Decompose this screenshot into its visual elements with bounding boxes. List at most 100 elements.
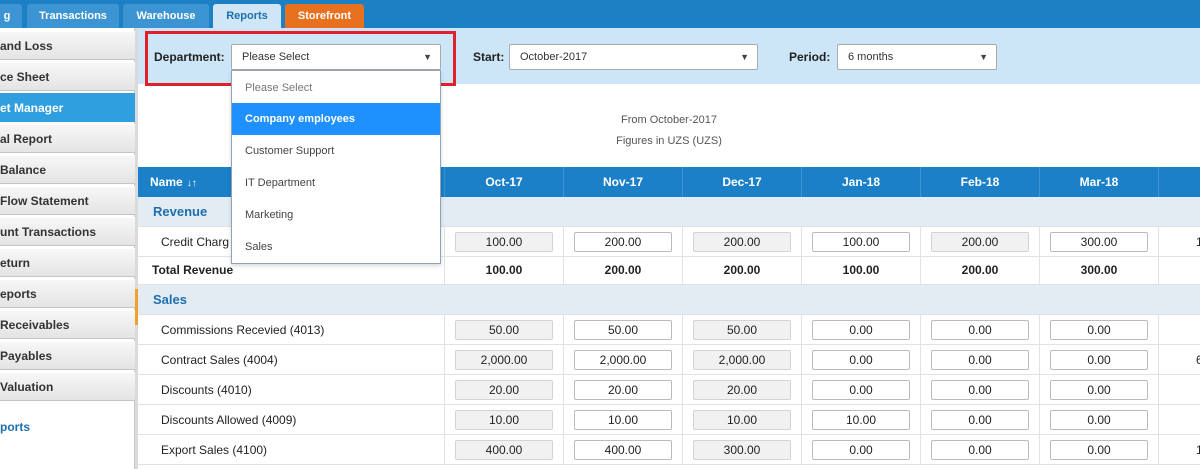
budget-value-input[interactable]: 200.00 xyxy=(693,232,791,252)
budget-value-input[interactable]: 20.00 xyxy=(693,380,791,400)
budget-value-input[interactable]: 300.00 xyxy=(693,440,791,460)
sidebar-item-cash-flow[interactable]: Flow Statement xyxy=(0,186,135,215)
period-select-value: 6 months xyxy=(848,51,894,63)
period-label: Period: xyxy=(789,50,831,64)
chevron-down-icon: ▼ xyxy=(979,52,988,62)
table-row: Discounts (4010) 20.00 20.00 20.00 0.00 0.00 0… xyxy=(138,375,1200,405)
top-nav: g Transactions Warehouse Reports Storefr… xyxy=(0,0,1200,28)
total-value: 100.00 xyxy=(842,263,880,277)
budget-value-input[interactable]: 0.00 xyxy=(931,440,1029,460)
budget-value-input[interactable]: 50.00 xyxy=(455,320,553,340)
start-select[interactable]: October-2017 ▼ xyxy=(509,44,758,70)
budget-value-input[interactable]: 200.00 xyxy=(574,232,672,252)
row-label: Total Revenue xyxy=(152,263,234,277)
budget-value-input[interactable]: 2,000.00 xyxy=(574,350,672,370)
tab-warehouse[interactable]: Warehouse xyxy=(123,4,209,28)
chevron-down-icon: ▼ xyxy=(740,52,749,62)
table-row: Export Sales (4100) 400.00 400.00 300.00 0.0… xyxy=(138,435,1200,465)
row-label: Commissions Recevied (4013) xyxy=(161,323,325,337)
total-value: 200.00 xyxy=(723,263,761,277)
total-value: 200.00 xyxy=(961,263,999,277)
sidebar-item-trial-balance[interactable]: Balance xyxy=(0,155,135,184)
column-header-month: Jan-18 xyxy=(801,167,920,197)
section-label: Sales xyxy=(153,292,187,307)
row-label: Discounts Allowed (4009) xyxy=(161,413,297,427)
budget-value-input[interactable]: 100.00 xyxy=(455,232,553,252)
tab-reports[interactable]: Reports xyxy=(213,4,281,28)
budget-value-input[interactable]: 0.00 xyxy=(1050,410,1148,430)
column-header-overflow xyxy=(1158,167,1200,197)
tab-transactions[interactable]: Transactions xyxy=(27,4,119,28)
budget-value-input[interactable]: 20.00 xyxy=(455,380,553,400)
budget-value-input[interactable]: 0.00 xyxy=(812,380,910,400)
dropdown-option-highlighted[interactable]: Company employees xyxy=(232,103,440,135)
sidebar-link-reports[interactable]: ports xyxy=(0,420,30,434)
budget-value-input[interactable]: 10.00 xyxy=(693,410,791,430)
budget-value-input[interactable]: 10.00 xyxy=(455,410,553,430)
budget-value-input[interactable]: 0.00 xyxy=(812,350,910,370)
row-label: Credit Charg xyxy=(161,235,230,249)
dropdown-option[interactable]: Customer Support xyxy=(232,135,440,167)
budget-value-input[interactable]: 0.00 xyxy=(1050,440,1148,460)
budget-value-input[interactable]: 50.00 xyxy=(574,320,672,340)
budget-value-input[interactable]: 200.00 xyxy=(931,232,1029,252)
budget-value-input[interactable]: 2,000.00 xyxy=(455,350,553,370)
column-header-month: Nov-17 xyxy=(563,167,682,197)
tab-storefront[interactable]: Storefront xyxy=(285,4,364,28)
sidebar-item-payables[interactable]: Payables xyxy=(0,341,135,370)
sidebar-item-journal-report[interactable]: al Report xyxy=(0,124,135,153)
budget-value-input[interactable]: 10.00 xyxy=(574,410,672,430)
budget-value-input[interactable]: 2,000.00 xyxy=(693,350,791,370)
sidebar-item-profit-loss[interactable]: and Loss xyxy=(0,31,135,60)
start-label: Start: xyxy=(473,50,505,64)
budget-value-input[interactable]: 0.00 xyxy=(931,350,1029,370)
budget-value-input[interactable]: 20.00 xyxy=(574,380,672,400)
column-header-month: Dec-17 xyxy=(682,167,801,197)
total-value: 300.00 xyxy=(1080,263,1118,277)
sidebar-item-tax-return[interactable]: eturn xyxy=(0,248,135,277)
sidebar: and Loss ce Sheet et Manager al Report B… xyxy=(0,28,135,469)
budget-value-input[interactable]: 0.00 xyxy=(812,440,910,460)
department-dropdown-list: Please Select Company employees Customer… xyxy=(231,70,441,264)
row-label: Discounts (4010) xyxy=(161,383,252,397)
overflow-value: 1 xyxy=(1196,443,1200,457)
dropdown-option[interactable]: Marketing xyxy=(232,199,440,231)
budget-value-input[interactable]: 50.00 xyxy=(693,320,791,340)
budget-value-input[interactable]: 0.00 xyxy=(931,380,1029,400)
sidebar-item-valuation[interactable]: Valuation xyxy=(0,372,135,401)
total-value: 200.00 xyxy=(604,263,642,277)
budget-value-input[interactable]: 300.00 xyxy=(1050,232,1148,252)
budget-value-input[interactable]: 0.00 xyxy=(812,320,910,340)
budget-value-input[interactable]: 0.00 xyxy=(1050,320,1148,340)
column-header-month: Feb-18 xyxy=(920,167,1039,197)
sidebar-item-balance-sheet[interactable]: ce Sheet xyxy=(0,62,135,91)
table-row: Commissions Recevied (4013) 50.00 50.00 50.… xyxy=(138,315,1200,345)
column-header-month: Mar-18 xyxy=(1039,167,1158,197)
budget-value-input[interactable]: 400.00 xyxy=(455,440,553,460)
sidebar-item-account-transactions[interactable]: unt Transactions xyxy=(0,217,135,246)
total-value: 100.00 xyxy=(485,263,523,277)
start-select-value: October-2017 xyxy=(520,51,588,63)
budget-value-input[interactable]: 100.00 xyxy=(812,232,910,252)
sort-icon[interactable]: ↓↑ xyxy=(187,169,197,199)
sidebar-item-budget-manager[interactable]: et Manager xyxy=(0,93,135,122)
table-row: Discounts Allowed (4009) 10.00 10.00 10.00 1… xyxy=(138,405,1200,435)
tab-partial[interactable]: g xyxy=(0,4,22,28)
budget-value-input[interactable]: 400.00 xyxy=(574,440,672,460)
budget-value-input[interactable]: 0.00 xyxy=(1050,350,1148,370)
table-row: Contract Sales (4004) 2,000.00 2,000.00 2,0… xyxy=(138,345,1200,375)
period-select[interactable]: 6 months ▼ xyxy=(837,44,997,70)
dropdown-option[interactable]: Sales xyxy=(232,231,440,263)
dropdown-option[interactable]: Please Select xyxy=(232,81,440,95)
sidebar-item-receivables[interactable]: Receivables xyxy=(0,310,135,339)
budget-value-input[interactable]: 0.00 xyxy=(1050,380,1148,400)
overflow-value: 6 xyxy=(1196,353,1200,367)
column-header-name-label: Name xyxy=(150,175,183,189)
column-header-month: Oct-17 xyxy=(444,167,563,197)
budget-value-input[interactable]: 10.00 xyxy=(812,410,910,430)
dropdown-option[interactable]: IT Department xyxy=(232,167,440,199)
budget-value-input[interactable]: 0.00 xyxy=(931,410,1029,430)
budget-value-input[interactable]: 0.00 xyxy=(931,320,1029,340)
row-label: Contract Sales (4004) xyxy=(161,353,278,367)
sidebar-item-reports[interactable]: eports xyxy=(0,279,135,308)
